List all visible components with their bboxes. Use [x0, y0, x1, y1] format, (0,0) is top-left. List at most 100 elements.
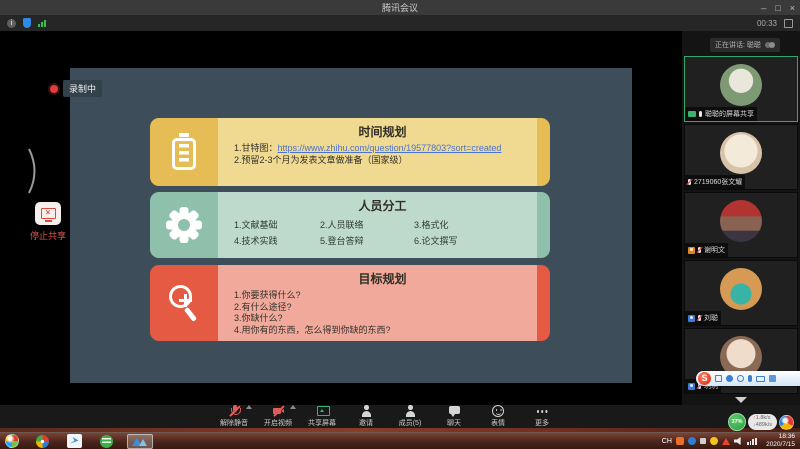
- chat-button[interactable]: 聊天: [432, 405, 476, 428]
- camera-off-icon: [272, 405, 285, 417]
- participant-name: 刘聪: [704, 313, 718, 323]
- participant-name: 聪聪的屏幕共享: [705, 109, 754, 119]
- network-bars-icon[interactable]: [747, 438, 757, 445]
- share-screen-icon: [316, 405, 329, 417]
- taskbar-app-tencent-meeting-active[interactable]: [127, 434, 153, 449]
- avatar: [720, 64, 762, 106]
- window-titlebar: 腾讯会议 – □ ×: [0, 0, 800, 15]
- system-tray: CH 18:36 2020/7/15: [662, 433, 795, 449]
- toolbox-icon[interactable]: [769, 375, 776, 382]
- camera-options-caret-icon[interactable]: [290, 405, 296, 409]
- goal-line: 2.有什么途径?: [234, 302, 531, 314]
- stop-share-control[interactable]: 停止共享: [25, 202, 71, 242]
- collapse-sidebar-arrow-icon[interactable]: [735, 397, 747, 403]
- download-speed: 489k/s: [753, 422, 772, 429]
- slide-card-goal-planning: 目标规划 1.你要获得什么? 2.有什么途径? 3.你缺什么? 4.用你有的东西…: [150, 265, 550, 341]
- card-body: 目标规划 1.你要获得什么? 2.有什么途径? 3.你缺什么? 4.用你有的东西…: [218, 265, 537, 341]
- participant-tile[interactable]: 谢明文: [684, 192, 798, 258]
- gantt-line-prefix: 1.甘特图：: [234, 143, 278, 153]
- card-title: 目标规划: [234, 270, 531, 287]
- more-dots-icon: [536, 405, 549, 417]
- people-item: 2.人员联络: [320, 218, 414, 231]
- avatar: [720, 268, 762, 310]
- card-body: 人员分工 1.文献基础 2.人员联络 3.格式化 4.技术实践 5.登台答辩 6…: [218, 192, 537, 258]
- people-item: 1.文献基础: [234, 218, 320, 231]
- members-button[interactable]: 成员(5): [388, 405, 432, 428]
- people-item: 5.登台答辩: [320, 234, 414, 247]
- invite-icon: [360, 405, 373, 417]
- meeting-statusbar: 00:33: [0, 15, 800, 31]
- tray-small-app-icon[interactable]: [700, 438, 706, 444]
- participant-tiles: 聪聪的屏幕共享 2719060张文耀 谢明文 刘聪: [684, 56, 798, 396]
- members-icon: [404, 405, 417, 417]
- monitor-x-icon: [41, 208, 56, 219]
- battery-icon: [172, 138, 196, 170]
- chat-icon: [448, 405, 461, 417]
- people-item: 6.论文撰写: [414, 234, 531, 247]
- time-planning-line2: 2.预留2-3个月为发表文章做准备（国家级）: [234, 155, 531, 167]
- participant-name: 谢明文: [704, 245, 725, 255]
- minimize-button[interactable]: –: [761, 3, 766, 13]
- participant-tile[interactable]: 2719060张文耀: [684, 124, 798, 190]
- fullscreen-icon[interactable]: [784, 19, 793, 28]
- slide-card-time-planning: 时间规划 1.甘特图：https://www.zhihu.com/questio…: [150, 118, 550, 186]
- tray-blue-app-icon[interactable]: [688, 437, 696, 445]
- emoji-panel-icon[interactable]: [737, 375, 744, 382]
- taskbar-app-pinwheel[interactable]: [33, 434, 51, 449]
- tray-orange-app-icon[interactable]: [676, 437, 684, 445]
- zhihu-link[interactable]: https://www.zhihu.com/question/19577803?…: [278, 143, 502, 153]
- card-icon-zone: [150, 118, 218, 186]
- taskbar-app-green[interactable]: [97, 434, 115, 449]
- tray-triangle-app-icon[interactable]: [722, 438, 730, 445]
- invite-button[interactable]: 邀请: [344, 405, 388, 428]
- soft-keyboard-icon[interactable]: [756, 376, 765, 382]
- stop-share-button[interactable]: [35, 202, 61, 225]
- goal-line: 3.你缺什么?: [234, 313, 531, 325]
- start-video-button[interactable]: 开启视频: [256, 405, 300, 428]
- avatar: [720, 132, 762, 174]
- people-item: 4.技术实践: [234, 234, 320, 247]
- card-icon-zone: [150, 192, 218, 258]
- upload-speed: 1.8k/s: [753, 415, 772, 422]
- avatar: [720, 200, 762, 242]
- network-speeds: 1.8k/s 489k/s: [748, 414, 777, 431]
- pinwheel-icon: [36, 435, 49, 448]
- participant-tile-screen-share[interactable]: 聪聪的屏幕共享: [684, 56, 798, 122]
- volume-icon[interactable]: [734, 437, 743, 445]
- unmute-button[interactable]: 解除静音: [212, 405, 256, 428]
- magnifier-plus-icon: [167, 283, 201, 323]
- mic-options-caret-icon[interactable]: [246, 405, 252, 409]
- mini-avatars-icon: [765, 42, 775, 48]
- accelerator-ball-icon[interactable]: [779, 415, 794, 430]
- tray-yellow-app-icon[interactable]: [710, 437, 718, 445]
- close-button[interactable]: ×: [790, 3, 795, 13]
- taskbar-app-bird[interactable]: [65, 434, 83, 449]
- clock-time: 18:36: [766, 433, 795, 441]
- punctuation-icon[interactable]: [726, 375, 733, 382]
- mic-muted-icon: [698, 247, 701, 253]
- share-screen-button[interactable]: 共享屏幕: [300, 405, 344, 428]
- slide-card-people-division: 人员分工 1.文献基础 2.人员联络 3.格式化 4.技术实践 5.登台答辩 6…: [150, 192, 550, 258]
- voice-input-icon[interactable]: [748, 375, 752, 382]
- traffic-monitor-widget[interactable]: 37% 1.8k/s 489k/s: [728, 413, 794, 431]
- language-indicator[interactable]: CH: [662, 438, 672, 445]
- taskbar-clock[interactable]: 18:36 2020/7/15: [766, 433, 795, 449]
- participants-sidebar: 正在讲话: 聪聪 聪聪的屏幕共享 2719060张文耀 谢明文: [682, 31, 800, 408]
- recording-dot-icon: [50, 85, 58, 93]
- emoji-button[interactable]: 表情: [476, 405, 520, 428]
- pinyin-mode-icon[interactable]: [715, 375, 722, 382]
- clock-date: 2020/7/15: [766, 441, 795, 449]
- meeting-info-icon[interactable]: [7, 19, 16, 28]
- security-shield-icon[interactable]: [23, 18, 31, 28]
- participant-tile[interactable]: 刘聪: [684, 260, 798, 326]
- sogou-logo-icon[interactable]: [698, 372, 711, 385]
- annotation-panel-handle[interactable]: [26, 148, 42, 199]
- window-title: 腾讯会议: [382, 1, 418, 14]
- memory-percent-badge: 37%: [728, 413, 746, 431]
- more-button[interactable]: 更多: [520, 405, 564, 428]
- now-speaking-label: 正在讲话: 聪聪: [715, 40, 761, 50]
- card-title: 时间规划: [234, 123, 531, 140]
- maximize-button[interactable]: □: [775, 3, 780, 13]
- start-button[interactable]: [5, 434, 19, 448]
- gear-icon: [165, 206, 203, 244]
